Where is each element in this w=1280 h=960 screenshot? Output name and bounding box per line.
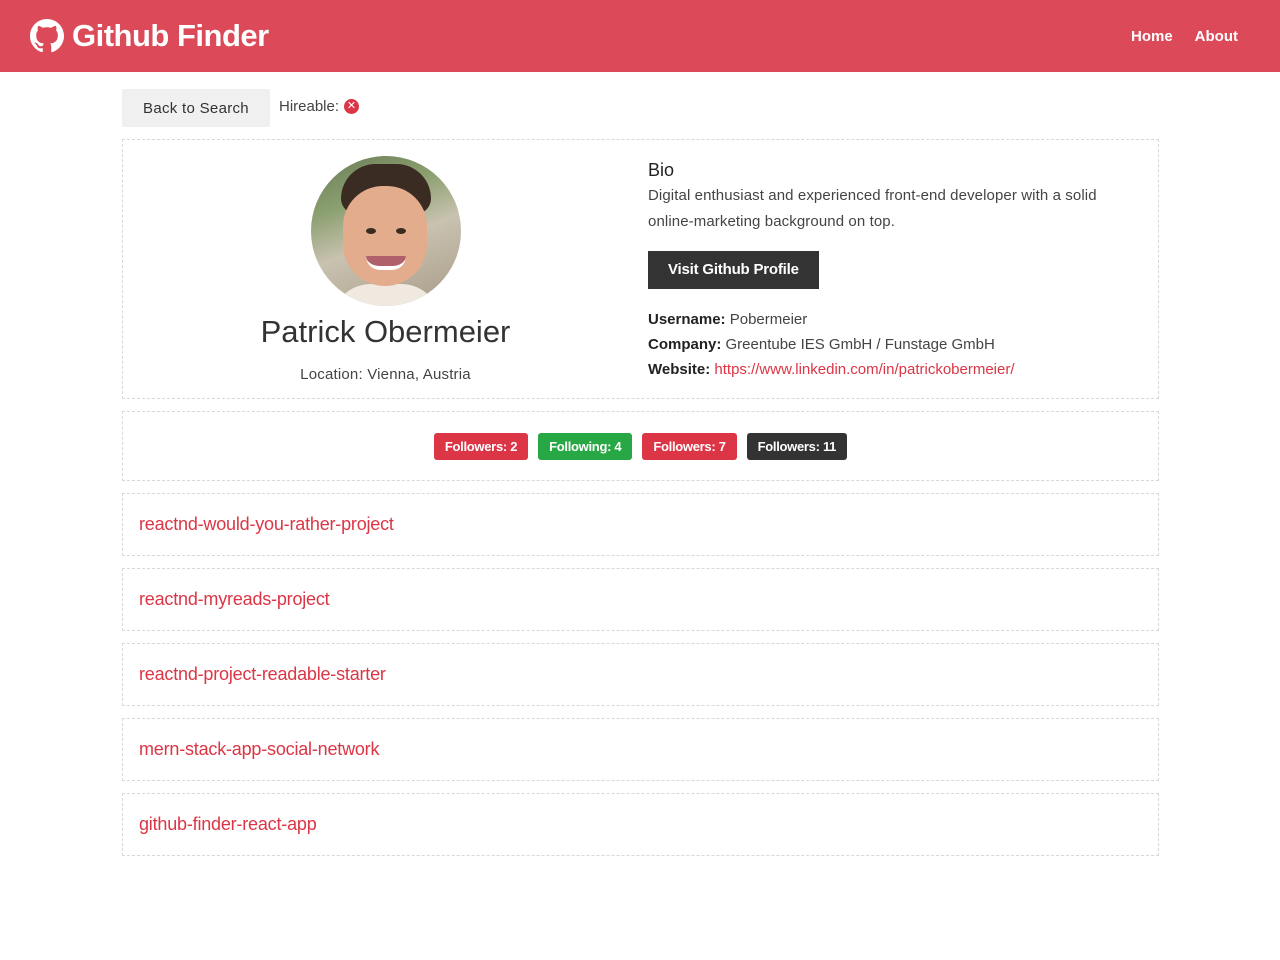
username-row: Username: Pobermeier	[648, 307, 1158, 332]
followers-badge: Followers: 2	[433, 432, 529, 460]
nav-about-link[interactable]: About	[1195, 28, 1238, 45]
followers-badge: Followers: 7	[642, 432, 737, 460]
website-label: Website:	[648, 361, 711, 378]
followers-badge: Followers: 11	[746, 432, 848, 460]
bio-title: Bio	[648, 160, 675, 180]
visit-github-profile-button[interactable]: Visit Github Profile	[648, 251, 819, 289]
brand-link[interactable]: Github Finder	[30, 18, 269, 54]
profile-location: Location: Vienna, Austria	[300, 366, 471, 383]
repo-link[interactable]: reactnd-would-you-rather-project	[139, 514, 394, 535]
github-icon	[30, 19, 64, 53]
profile-summary: Patrick Obermeier Location: Vienna, Aust…	[123, 140, 648, 398]
bio-text: Digital enthusiast and experienced front…	[648, 187, 1097, 230]
navbar: Github Finder Home About	[0, 0, 1280, 72]
profile-name: Patrick Obermeier	[260, 314, 511, 349]
website-link[interactable]: https://www.linkedin.com/in/patrickoberm…	[714, 361, 1014, 378]
avatar	[310, 156, 461, 306]
repo-link[interactable]: github-finder-react-app	[139, 814, 317, 835]
nav-links: Home About	[1131, 28, 1238, 45]
username-value: Pobermeier	[729, 311, 808, 328]
profile-card: Patrick Obermeier Location: Vienna, Aust…	[122, 139, 1159, 399]
username-label: Username:	[648, 311, 726, 328]
company-label: Company:	[648, 336, 722, 353]
company-value: Greentube IES GmbH / Funstage GmbH	[725, 336, 995, 353]
repo-item: github-finder-react-app	[122, 793, 1159, 856]
back-to-search-button[interactable]: Back to Search	[122, 89, 270, 127]
repo-item: reactnd-myreads-project	[122, 568, 1159, 631]
repo-link[interactable]: reactnd-project-readable-starter	[139, 664, 386, 685]
repo-item: mern-stack-app-social-network	[122, 718, 1159, 781]
nav-home-link[interactable]: Home	[1131, 28, 1173, 45]
profile-info-list: Username: Pobermeier Company: Greentube …	[648, 307, 1158, 382]
brand-title: Github Finder	[72, 18, 269, 53]
repo-link[interactable]: mern-stack-app-social-network	[139, 739, 379, 760]
hireable-status: Hireable: ✕	[279, 97, 360, 115]
following-badge: Following: 4	[538, 432, 633, 460]
hireable-label: Hireable:	[279, 97, 340, 115]
stats-card: Followers: 2 Following: 4 Followers: 7 F…	[122, 411, 1159, 481]
main-container: Back to Search Hireable: ✕ Patrick Oberm…	[122, 89, 1159, 856]
website-row: Website: https://www.linkedin.com/in/pat…	[648, 357, 1158, 382]
repo-link[interactable]: reactnd-myreads-project	[139, 589, 330, 610]
topbar: Back to Search Hireable: ✕	[122, 89, 1159, 127]
company-row: Company: Greentube IES GmbH / Funstage G…	[648, 332, 1158, 357]
repo-item: reactnd-would-you-rather-project	[122, 493, 1159, 556]
times-circle-icon: ✕	[344, 98, 360, 114]
profile-details: Bio Digital enthusiast and experienced f…	[648, 140, 1158, 398]
repo-item: reactnd-project-readable-starter	[122, 643, 1159, 706]
